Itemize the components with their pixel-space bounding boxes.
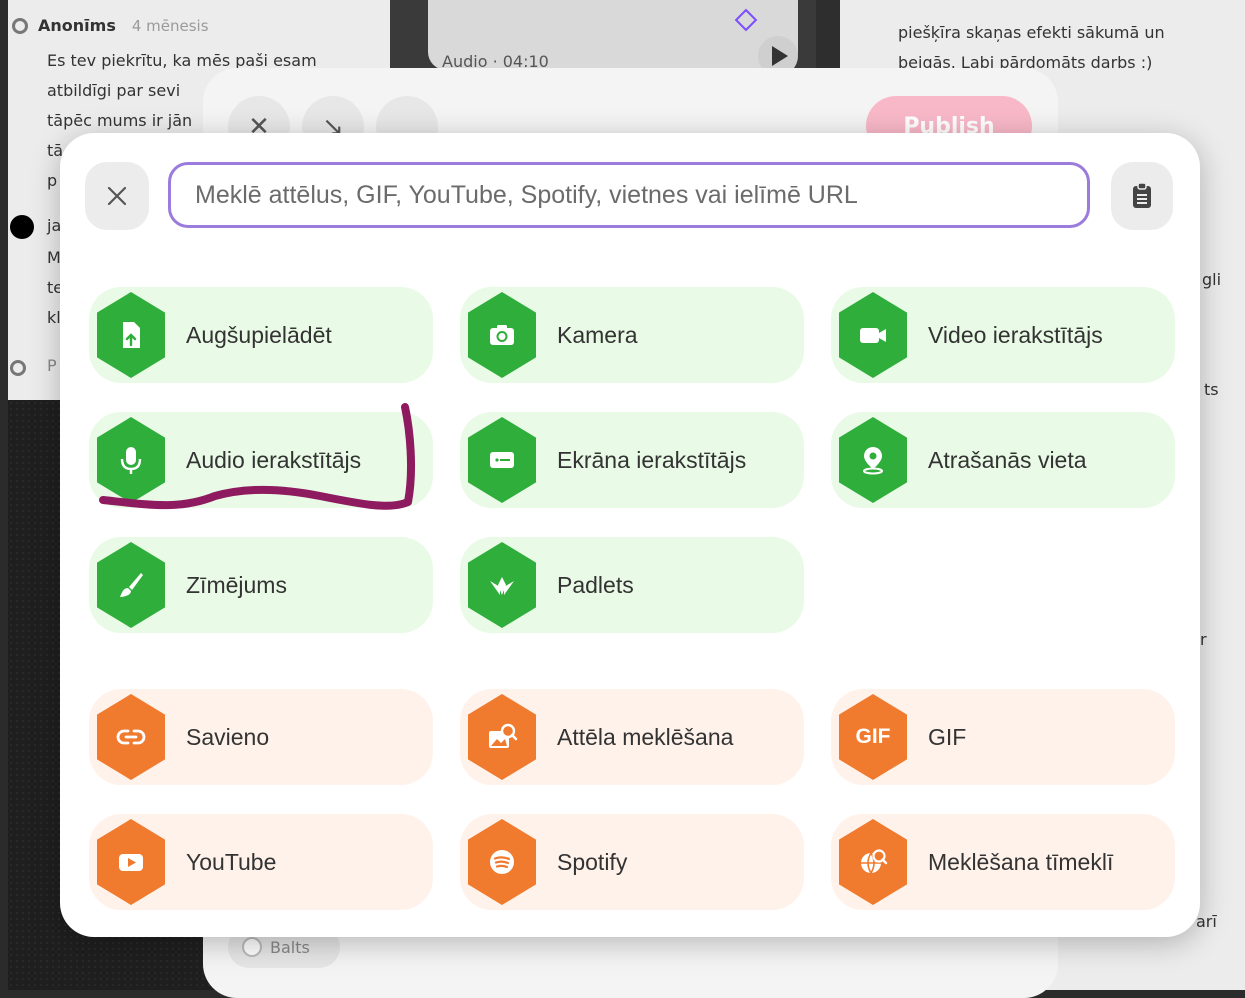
comment2-line: kl: [47, 308, 61, 327]
web-search-icon: [839, 819, 907, 905]
right-fragment: r: [1200, 630, 1207, 649]
tile-label: Atrašanās vieta: [928, 447, 1087, 473]
tile-spotify[interactable]: Spotify: [460, 814, 804, 910]
close-icon: [107, 186, 127, 206]
tile-video-recorder[interactable]: Video ierakstītājs: [831, 287, 1175, 383]
right-comment-line: piešķīra skaņas efekti sākumā un: [898, 23, 1165, 42]
microphone-icon: [97, 417, 165, 503]
reply-avatar-icon: [10, 360, 26, 376]
gif-icon: GIF: [839, 694, 907, 780]
tile-label: GIF: [928, 724, 967, 750]
tile-drawing[interactable]: Zīmējums: [89, 537, 433, 633]
brush-icon: [97, 542, 165, 628]
tile-label: Spotify: [557, 849, 628, 875]
user-avatar: [10, 215, 34, 239]
radio-icon: [242, 937, 262, 957]
tile-label: Video ierakstītājs: [928, 322, 1103, 348]
tile-label: Padlets: [557, 572, 634, 598]
right-fragment: gli: [1202, 270, 1222, 289]
tile-label: Audio ierakstītājs: [186, 447, 362, 473]
paste-clipboard-button[interactable]: [1111, 162, 1173, 230]
tile-label: Meklēšana tīmeklī: [928, 849, 1114, 875]
comment-header: Anonīms 4 mēnesis: [12, 16, 209, 35]
upload-file-icon: [97, 292, 165, 378]
gif-icon-text: GIF: [855, 725, 891, 748]
tile-padlet[interactable]: Padlets: [460, 537, 804, 633]
tile-gif[interactable]: GIF GIF: [831, 689, 1175, 785]
tile-label: Ekrāna ierakstītājs: [557, 447, 747, 473]
right-fragment: arī: [1196, 912, 1217, 931]
tile-label: Savieno: [186, 724, 270, 750]
color-option-label: Balts: [270, 937, 310, 957]
picker-close-button[interactable]: [85, 162, 149, 230]
tile-youtube[interactable]: YouTube: [89, 814, 433, 910]
comment2-line: M: [47, 248, 61, 267]
tile-audio-recorder[interactable]: Audio ierakstītājs: [89, 412, 433, 508]
anonymous-avatar-icon: [12, 17, 28, 34]
tile-image-search[interactable]: Attēla meklēšana: [460, 689, 804, 785]
tile-label: Attēla meklēšana: [557, 724, 734, 750]
comment-author: Anonīms: [38, 16, 116, 35]
comment-footer-fragment: P: [47, 356, 57, 375]
youtube-icon: [97, 819, 165, 905]
screen-record-icon: [468, 417, 536, 503]
tile-upload[interactable]: Augšupielādēt: [89, 287, 433, 383]
padlet-logo-icon: [468, 542, 536, 628]
video-camera-icon: [839, 292, 907, 378]
right-fragment: ts: [1204, 380, 1219, 399]
tile-label: Zīmējums: [186, 572, 287, 598]
spotify-icon: [468, 819, 536, 905]
tile-location[interactable]: Atrašanās vieta: [831, 412, 1175, 508]
search-input[interactable]: [168, 162, 1090, 228]
clipboard-icon: [1133, 182, 1151, 208]
tile-label: YouTube: [186, 849, 277, 875]
comment-age: 4 mēnesis: [131, 16, 209, 35]
link-icon: [97, 694, 165, 780]
camera-icon: [468, 292, 536, 378]
tile-label: Augšupielādēt: [186, 322, 332, 348]
tile-label: Kamera: [557, 322, 638, 348]
image-search-icon: [468, 694, 536, 780]
tile-web-search[interactable]: Meklēšana tīmeklī: [831, 814, 1175, 910]
location-pin-icon: [839, 417, 907, 503]
tile-camera[interactable]: Kamera: [460, 287, 804, 383]
tile-screen-recorder[interactable]: Ekrāna ierakstītājs: [460, 412, 804, 508]
tile-link[interactable]: Savieno: [89, 689, 433, 785]
